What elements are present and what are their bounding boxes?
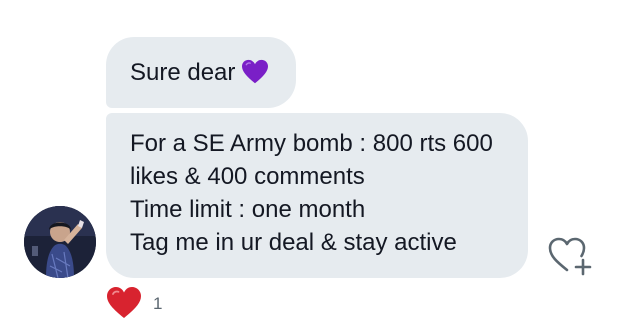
message-line: likes & 400 comments: [130, 163, 365, 190]
dm-conversation: Sure dear For a SE Army bomb : 800 rts 6…: [0, 0, 625, 332]
message-text: Sure dear: [130, 59, 236, 86]
message-line: Time limit : one month: [130, 196, 366, 223]
red-heart-icon: [107, 287, 141, 318]
message-line: Tag me in ur deal & stay active: [130, 229, 457, 256]
purple-heart-icon: [242, 59, 269, 84]
message-line: For a SE Army bomb : 800 rts 600: [130, 130, 493, 157]
message-bubble[interactable]: For a SE Army bomb : 800 rts 600 likes &…: [106, 113, 528, 278]
message-bubble[interactable]: Sure dear: [106, 37, 296, 108]
avatar-image: [24, 206, 96, 278]
avatar[interactable]: [24, 206, 96, 278]
reaction-count: 1: [153, 294, 163, 313]
add-reaction-icon[interactable]: [546, 234, 594, 276]
